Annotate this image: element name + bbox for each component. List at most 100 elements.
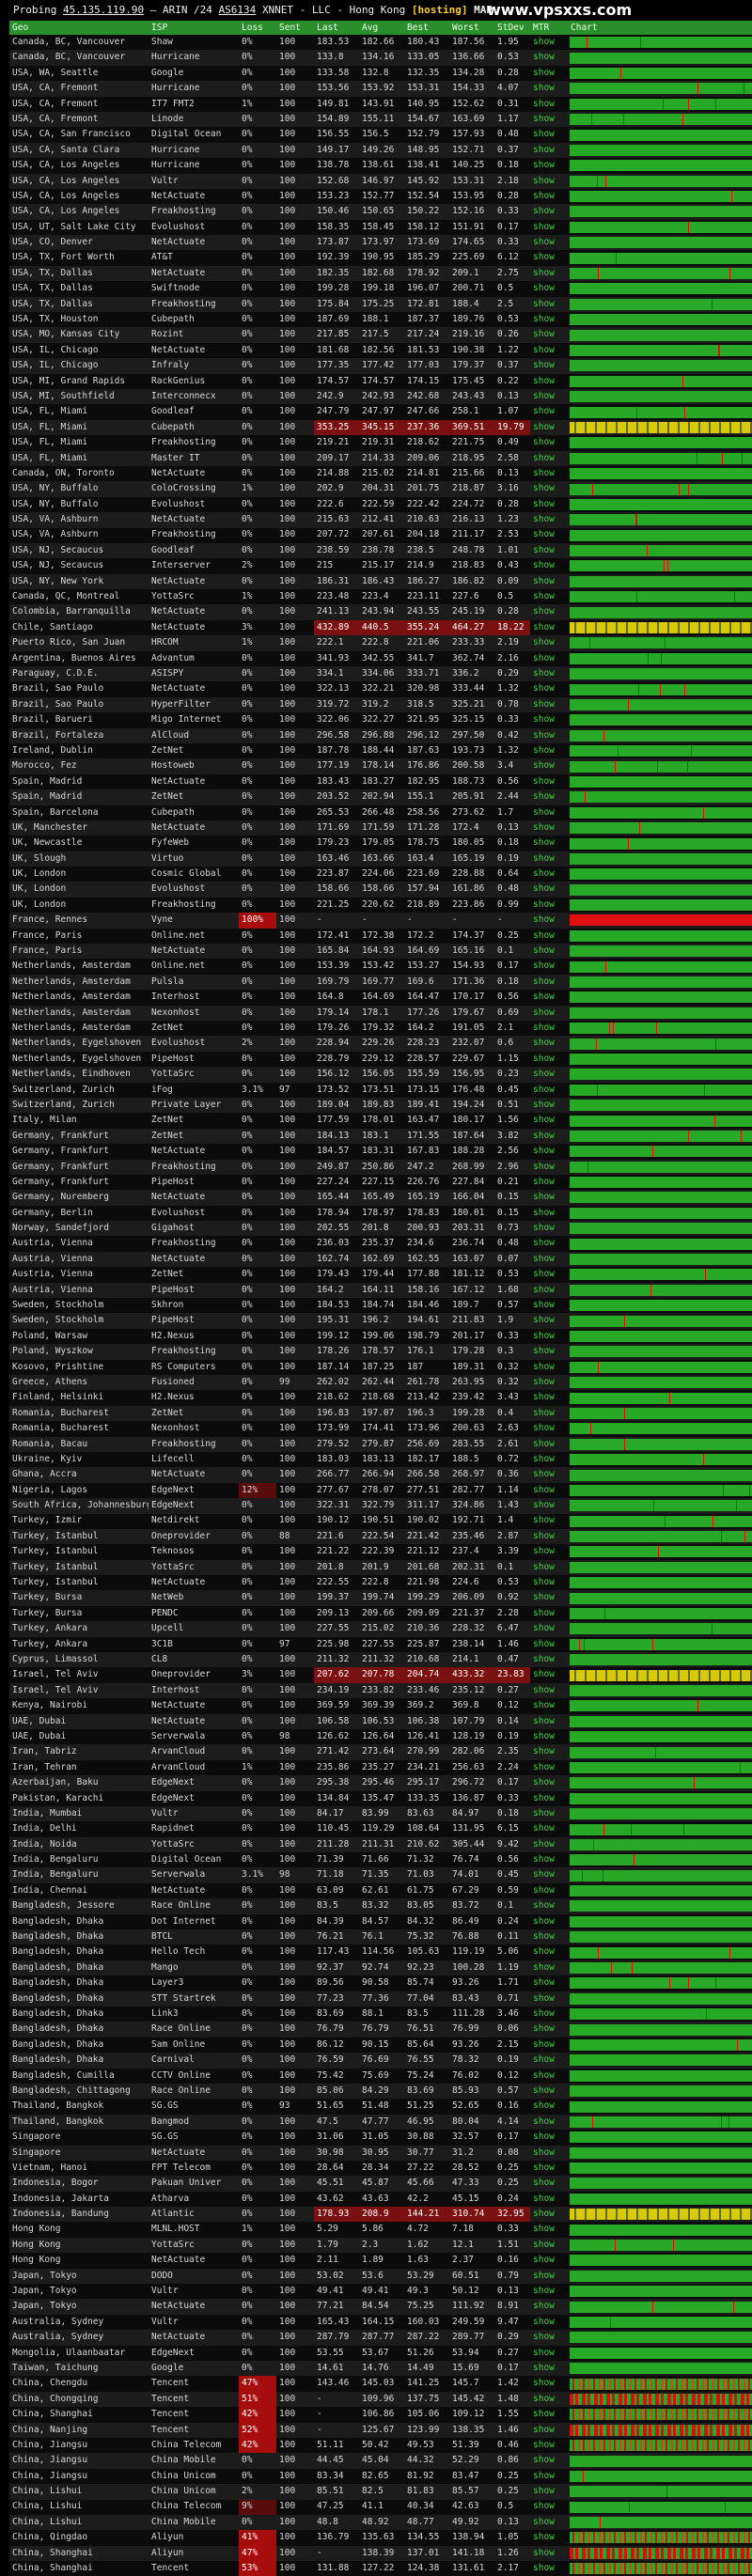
- mtr-show-link[interactable]: show: [530, 2407, 568, 2423]
- mtr-show-link[interactable]: show: [530, 789, 568, 805]
- mtr-show-link[interactable]: show: [530, 1759, 568, 1776]
- mtr-show-link[interactable]: show: [530, 1467, 568, 1483]
- mtr-show-link[interactable]: show: [530, 127, 568, 143]
- mtr-show-link[interactable]: show: [530, 2099, 568, 2115]
- mtr-show-link[interactable]: show: [530, 974, 568, 991]
- column-header[interactable]: MTR: [530, 21, 568, 35]
- mtr-show-link[interactable]: show: [530, 219, 568, 236]
- mtr-show-link[interactable]: show: [530, 512, 568, 528]
- mtr-show-link[interactable]: show: [530, 2037, 568, 2053]
- mtr-show-link[interactable]: show: [530, 1913, 568, 1930]
- mtr-show-link[interactable]: show: [530, 742, 568, 759]
- mtr-show-link[interactable]: show: [530, 2253, 568, 2269]
- mtr-show-link[interactable]: show: [530, 1805, 568, 1822]
- mtr-show-link[interactable]: show: [530, 2191, 568, 2208]
- mtr-show-link[interactable]: show: [530, 681, 568, 697]
- mtr-show-link[interactable]: show: [530, 2160, 568, 2177]
- mtr-show-link[interactable]: show: [530, 250, 568, 266]
- mtr-show-link[interactable]: show: [530, 358, 568, 374]
- mtr-show-link[interactable]: show: [530, 1282, 568, 1299]
- mtr-show-link[interactable]: show: [530, 2345, 568, 2361]
- mtr-show-link[interactable]: show: [530, 496, 568, 513]
- mtr-show-link[interactable]: show: [530, 1836, 568, 1853]
- mtr-show-link[interactable]: show: [530, 990, 568, 1006]
- mtr-show-link[interactable]: show: [530, 2145, 568, 2161]
- mtr-show-link[interactable]: show: [530, 2422, 568, 2438]
- mtr-show-link[interactable]: show: [530, 758, 568, 774]
- mtr-show-link[interactable]: show: [530, 173, 568, 189]
- mtr-show-link[interactable]: show: [530, 1959, 568, 1976]
- mtr-show-link[interactable]: show: [530, 2299, 568, 2315]
- mtr-show-link[interactable]: show: [530, 1744, 568, 1760]
- mtr-show-link[interactable]: show: [530, 1867, 568, 1883]
- mtr-show-link[interactable]: show: [530, 635, 568, 651]
- mtr-show-link[interactable]: show: [530, 558, 568, 574]
- mtr-show-link[interactable]: show: [530, 2314, 568, 2331]
- mtr-show-link[interactable]: show: [530, 1159, 568, 1175]
- mtr-show-link[interactable]: show: [530, 1559, 568, 1576]
- mtr-show-link[interactable]: show: [530, 619, 568, 636]
- column-header[interactable]: Avg: [359, 21, 404, 35]
- mtr-show-link[interactable]: show: [530, 2083, 568, 2100]
- mtr-show-link[interactable]: show: [530, 1267, 568, 1283]
- mtr-show-link[interactable]: show: [530, 851, 568, 867]
- mtr-show-link[interactable]: show: [530, 96, 568, 112]
- mtr-show-link[interactable]: show: [530, 65, 568, 82]
- mtr-show-link[interactable]: show: [530, 1852, 568, 1868]
- mtr-show-link[interactable]: show: [530, 1898, 568, 1914]
- mtr-show-link[interactable]: show: [530, 944, 568, 960]
- mtr-show-link[interactable]: show: [530, 1005, 568, 1021]
- mtr-show-link[interactable]: show: [530, 1513, 568, 1529]
- mtr-show-link[interactable]: show: [530, 1528, 568, 1545]
- mtr-show-link[interactable]: show: [530, 1405, 568, 1422]
- mtr-show-link[interactable]: show: [530, 1698, 568, 1714]
- mtr-show-link[interactable]: show: [530, 404, 568, 420]
- mtr-show-link[interactable]: show: [530, 2268, 568, 2285]
- mtr-show-link[interactable]: show: [530, 1728, 568, 1745]
- mtr-show-link[interactable]: show: [530, 2561, 568, 2576]
- mtr-show-link[interactable]: show: [530, 712, 568, 728]
- mtr-show-link[interactable]: show: [530, 2068, 568, 2084]
- mtr-show-link[interactable]: show: [530, 1205, 568, 1222]
- mtr-show-link[interactable]: show: [530, 2391, 568, 2408]
- mtr-show-link[interactable]: show: [530, 1144, 568, 1160]
- mtr-show-link[interactable]: show: [530, 1713, 568, 1729]
- mtr-show-link[interactable]: show: [530, 2130, 568, 2146]
- mtr-show-link[interactable]: show: [530, 913, 568, 929]
- mtr-show-link[interactable]: show: [530, 1790, 568, 1806]
- mtr-show-link[interactable]: show: [530, 897, 568, 913]
- mtr-show-link[interactable]: show: [530, 419, 568, 436]
- mtr-show-link[interactable]: show: [530, 527, 568, 543]
- mtr-show-link[interactable]: show: [530, 1344, 568, 1360]
- mtr-show-link[interactable]: show: [530, 1451, 568, 1468]
- mtr-show-link[interactable]: show: [530, 959, 568, 975]
- mtr-show-link[interactable]: show: [530, 1251, 568, 1268]
- mtr-show-link[interactable]: show: [530, 2053, 568, 2069]
- mtr-show-link[interactable]: show: [530, 50, 568, 66]
- column-header[interactable]: ISP: [149, 21, 239, 35]
- mtr-show-link[interactable]: show: [530, 2330, 568, 2346]
- mtr-show-link[interactable]: show: [530, 1498, 568, 1514]
- mtr-show-link[interactable]: show: [530, 1390, 568, 1406]
- mtr-show-link[interactable]: show: [530, 666, 568, 682]
- mtr-show-link[interactable]: show: [530, 2499, 568, 2515]
- mtr-show-link[interactable]: show: [530, 1482, 568, 1499]
- mtr-show-link[interactable]: show: [530, 727, 568, 743]
- mtr-show-link[interactable]: show: [530, 1174, 568, 1191]
- mtr-show-link[interactable]: show: [530, 1036, 568, 1052]
- mtr-show-link[interactable]: show: [530, 1682, 568, 1699]
- mtr-show-link[interactable]: show: [530, 81, 568, 97]
- mtr-show-link[interactable]: show: [530, 111, 568, 128]
- mtr-show-link[interactable]: show: [530, 2207, 568, 2223]
- mtr-show-link[interactable]: show: [530, 388, 568, 405]
- mtr-show-link[interactable]: show: [530, 235, 568, 251]
- mtr-show-link[interactable]: show: [530, 2376, 568, 2392]
- mtr-show-link[interactable]: show: [530, 1775, 568, 1791]
- mtr-show-link[interactable]: show: [530, 928, 568, 945]
- mtr-show-link[interactable]: show: [530, 142, 568, 159]
- mtr-show-link[interactable]: show: [530, 1051, 568, 1068]
- mtr-show-link[interactable]: show: [530, 1067, 568, 1083]
- mtr-show-link[interactable]: show: [530, 342, 568, 359]
- mtr-show-link[interactable]: show: [530, 1821, 568, 1837]
- mtr-show-link[interactable]: show: [530, 373, 568, 389]
